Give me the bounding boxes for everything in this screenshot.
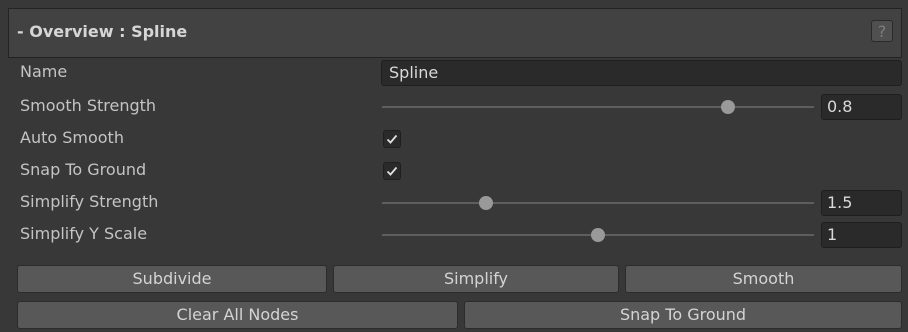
snap-to-ground-row: Snap To Ground bbox=[8, 156, 902, 186]
smooth-strength-slider-thumb[interactable] bbox=[720, 100, 735, 114]
help-icon[interactable]: ? bbox=[871, 20, 893, 42]
overview-header[interactable]: - Overview : Spline ? bbox=[8, 8, 902, 58]
name-input[interactable]: Spline bbox=[381, 60, 902, 86]
simplify-strength-slider[interactable] bbox=[382, 196, 814, 210]
simplify-y-scale-label: Simplify Y Scale bbox=[20, 224, 148, 243]
smooth-strength-field[interactable]: 0.8 bbox=[821, 94, 902, 120]
spline-inspector-panel: - Overview : Spline ? Name Spline Smooth… bbox=[8, 8, 902, 330]
checkmark-icon bbox=[386, 134, 398, 144]
simplify-strength-slider-thumb[interactable] bbox=[478, 196, 493, 210]
smooth-strength-row: Smooth Strength 0.8 bbox=[8, 92, 902, 122]
auto-smooth-checkbox[interactable] bbox=[383, 130, 401, 148]
simplify-strength-label: Simplify Strength bbox=[20, 192, 159, 211]
name-label: Name bbox=[20, 62, 68, 81]
auto-smooth-row: Auto Smooth bbox=[8, 124, 902, 154]
checkmark-icon bbox=[386, 166, 398, 176]
auto-smooth-label: Auto Smooth bbox=[20, 128, 124, 147]
simplify-y-scale-row: Simplify Y Scale 1 bbox=[8, 220, 902, 250]
smooth-button[interactable]: Smooth bbox=[625, 265, 902, 293]
simplify-button[interactable]: Simplify bbox=[333, 265, 619, 293]
snap-to-ground-label: Snap To Ground bbox=[20, 160, 147, 179]
smooth-strength-label: Smooth Strength bbox=[20, 96, 157, 115]
clear-all-nodes-button[interactable]: Clear All Nodes bbox=[17, 301, 458, 329]
simplify-strength-field[interactable]: 1.5 bbox=[821, 190, 902, 216]
simplify-y-scale-slider-thumb[interactable] bbox=[591, 228, 605, 242]
subdivide-button[interactable]: Subdivide bbox=[17, 265, 327, 293]
smooth-strength-slider[interactable] bbox=[382, 100, 814, 114]
snap-to-ground-button[interactable]: Snap To Ground bbox=[464, 301, 902, 329]
name-row: Name Spline bbox=[8, 58, 902, 88]
snap-to-ground-checkbox[interactable] bbox=[383, 162, 401, 180]
simplify-y-scale-slider[interactable] bbox=[382, 228, 814, 242]
simplify-strength-row: Simplify Strength 1.5 bbox=[8, 188, 902, 218]
simplify-y-scale-field[interactable]: 1 bbox=[821, 222, 902, 248]
header-title: - Overview : Spline bbox=[17, 22, 188, 41]
